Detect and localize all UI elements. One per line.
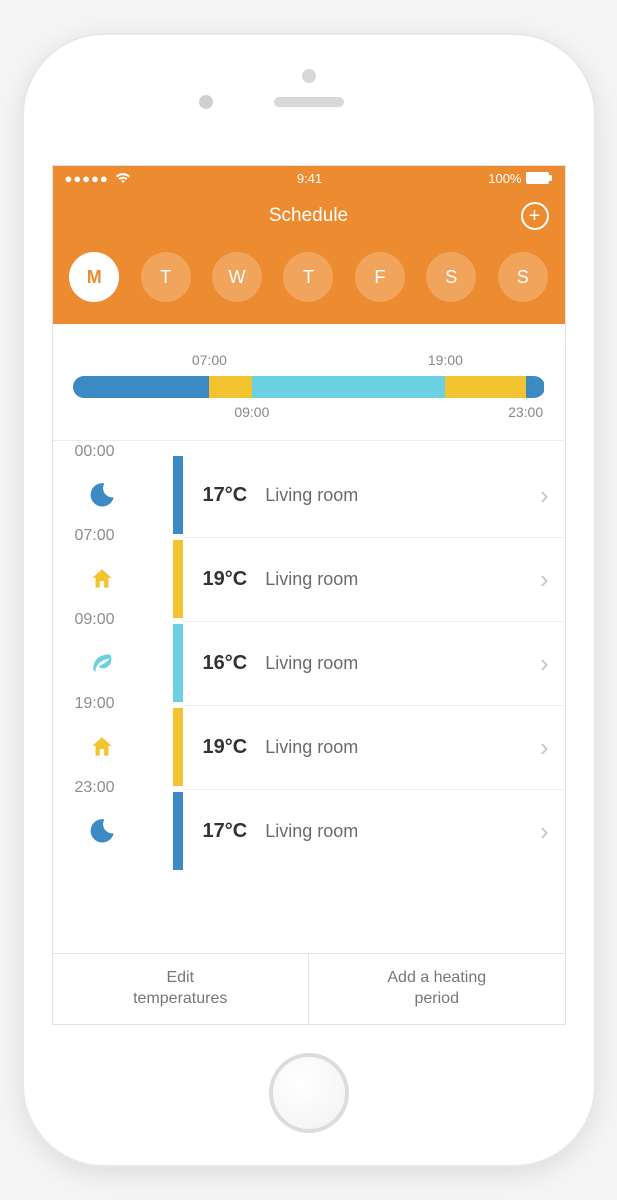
period-time-label: 19:00 — [75, 695, 115, 713]
period-time-label: 07:00 — [75, 527, 115, 545]
period-temperature: 19°C — [203, 568, 248, 591]
phone-speaker — [274, 97, 344, 107]
timeline-labels-bottom: 09:00 23:00 — [73, 404, 545, 422]
moon-icon — [87, 816, 117, 846]
phone-sensor — [302, 69, 316, 83]
period-row: 19:00 19°C Living room› — [53, 705, 565, 789]
period-item[interactable]: 19°C Living room› — [183, 537, 565, 621]
day-selector: MTWTFSS — [53, 242, 565, 324]
period-time-col: 19:00 — [53, 705, 173, 789]
period-color-stripe — [173, 624, 183, 702]
period-time-label: 09:00 — [75, 611, 115, 629]
period-row: 09:00 16°C Living room› — [53, 621, 565, 705]
moon-icon — [87, 480, 117, 510]
timeline-label: 09:00 — [234, 404, 269, 420]
status-left: ●●●●● — [65, 171, 131, 186]
period-row: 00:00 17°C Living room› — [53, 453, 565, 537]
period-time-col: 00:00 — [53, 453, 173, 537]
phone-camera — [199, 95, 213, 109]
period-room: Living room — [265, 821, 540, 842]
chevron-right-icon: › — [540, 732, 549, 763]
period-room: Living room — [265, 569, 540, 590]
chevron-right-icon: › — [540, 648, 549, 679]
status-time: 9:41 — [297, 171, 322, 186]
timeline-segment — [252, 376, 446, 398]
period-row: 23:00 17°C Living room› — [53, 789, 565, 873]
timeline-segment — [73, 376, 210, 398]
period-room: Living room — [265, 737, 540, 758]
plus-icon: + — [529, 206, 541, 226]
home-icon — [87, 564, 117, 594]
timeline-label: 19:00 — [428, 352, 463, 368]
home-button[interactable] — [269, 1053, 349, 1133]
period-time-col: 09:00 — [53, 621, 173, 705]
period-item[interactable]: 17°C Living room› — [183, 453, 565, 537]
wifi-icon — [115, 172, 131, 184]
day-tab-5[interactable]: S — [426, 252, 476, 302]
period-item[interactable]: 16°C Living room› — [183, 621, 565, 705]
timeline-label: 23:00 — [508, 404, 543, 420]
timeline-labels-top: 07:00 19:00 — [73, 352, 545, 370]
timeline-label: 07:00 — [192, 352, 227, 368]
period-item[interactable]: 17°C Living room› — [183, 789, 565, 873]
timeline-section: 07:00 19:00 09:00 23:00 — [53, 324, 565, 441]
add-heating-period-button[interactable]: Add a heating period — [308, 954, 565, 1024]
battery-percent: 100% — [488, 171, 521, 186]
period-time-label: 23:00 — [75, 779, 115, 797]
period-temperature: 17°C — [203, 484, 248, 507]
period-room: Living room — [265, 653, 540, 674]
status-right: 100% — [488, 171, 552, 186]
day-tab-0[interactable]: M — [69, 252, 119, 302]
nav-bar: Schedule + — [53, 190, 565, 242]
home-icon — [87, 732, 117, 762]
add-button[interactable]: + — [521, 202, 549, 230]
edit-temperatures-button[interactable]: Edit temperatures — [53, 954, 309, 1024]
period-time-col: 23:00 — [53, 789, 173, 873]
chevron-right-icon: › — [540, 816, 549, 847]
period-color-stripe — [173, 456, 183, 534]
phone-frame: ●●●●● 9:41 100% Schedule + — [24, 35, 594, 1165]
page-title: Schedule — [269, 205, 348, 227]
timeline-segment — [526, 376, 545, 398]
period-color-stripe — [173, 708, 183, 786]
leaf-icon — [87, 648, 117, 678]
timeline-bar[interactable] — [73, 376, 545, 398]
period-temperature: 16°C — [203, 652, 248, 675]
period-color-stripe — [173, 540, 183, 618]
chevron-right-icon: › — [540, 480, 549, 511]
timeline-segment — [209, 376, 251, 398]
period-time-col: 07:00 — [53, 537, 173, 621]
battery-icon — [526, 172, 552, 184]
period-temperature: 17°C — [203, 820, 248, 843]
signal-dots-icon: ●●●●● — [65, 171, 109, 186]
status-bar: ●●●●● 9:41 100% — [53, 166, 565, 190]
bottom-actions: Edit temperatures Add a heating period — [53, 953, 565, 1024]
app-header: ●●●●● 9:41 100% Schedule + — [53, 166, 565, 324]
screen: ●●●●● 9:41 100% Schedule + — [52, 165, 566, 1025]
period-time-label: 00:00 — [75, 443, 115, 461]
period-item[interactable]: 19°C Living room› — [183, 705, 565, 789]
periods-list: 00:0017°CLiving room›07:0019°CLiving roo… — [53, 441, 565, 953]
period-temperature: 19°C — [203, 736, 248, 759]
day-tab-6[interactable]: S — [498, 252, 548, 302]
day-tab-4[interactable]: F — [355, 252, 405, 302]
period-color-stripe — [173, 792, 183, 870]
timeline-segment — [445, 376, 525, 398]
day-tab-3[interactable]: T — [283, 252, 333, 302]
period-row: 07:00 19°C Living room› — [53, 537, 565, 621]
period-room: Living room — [265, 485, 540, 506]
day-tab-1[interactable]: T — [141, 252, 191, 302]
day-tab-2[interactable]: W — [212, 252, 262, 302]
chevron-right-icon: › — [540, 564, 549, 595]
